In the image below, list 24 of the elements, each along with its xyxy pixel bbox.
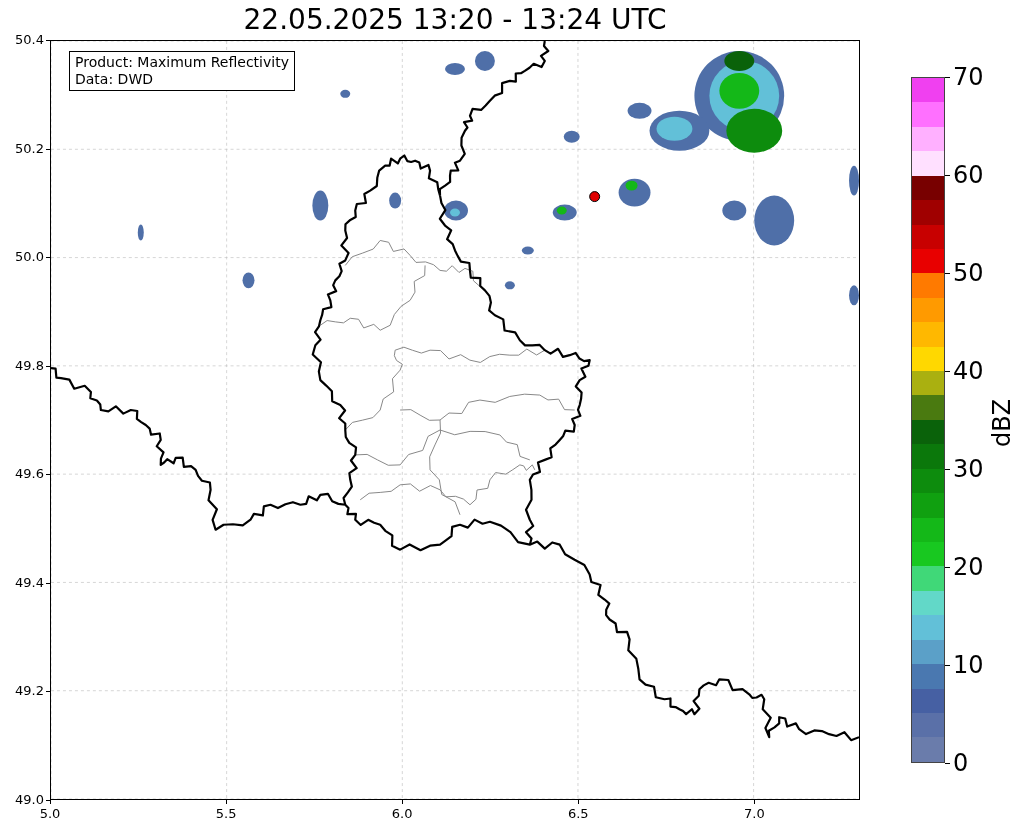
colorbar-tick-label: 0 (953, 750, 969, 776)
colorbar-tick-label: 50 (953, 260, 984, 286)
colorbar-tick-label: 40 (953, 358, 984, 384)
colorbar-tick-label: 10 (953, 652, 984, 678)
x-tick-label: 6.5 (566, 806, 590, 822)
y-tick-label: 49.6 (15, 466, 44, 483)
y-tick-label: 49.8 (15, 357, 44, 374)
y-tick-label: 50.0 (15, 249, 44, 266)
colorbar-tick-label: 30 (953, 456, 984, 482)
colorbar-tick-label: 70 (953, 64, 984, 90)
y-tick-label: 50.4 (15, 32, 44, 48)
chart-title: 22.05.2025 13:20 - 13:24 UTC (242, 2, 668, 38)
x-tick-label: 6.0 (390, 806, 414, 822)
y-tick-label: 49.4 (15, 574, 44, 591)
x-tick-label: 5.0 (38, 806, 62, 822)
x-tick-label: 5.5 (214, 806, 238, 822)
colorbar-tick-label: 20 (953, 554, 984, 580)
colorbar-tick-label: 60 (953, 162, 984, 188)
info-box: Product: Maximum Reflectivity Data: DWD (69, 51, 295, 91)
colorbar-label: dBZ (988, 398, 1016, 448)
y-tick-label: 49.2 (15, 683, 44, 700)
x-tick-label: 7.0 (743, 806, 766, 822)
y-tick-label: 49.0 (15, 792, 44, 808)
y-tick-label: 50.2 (15, 140, 44, 157)
